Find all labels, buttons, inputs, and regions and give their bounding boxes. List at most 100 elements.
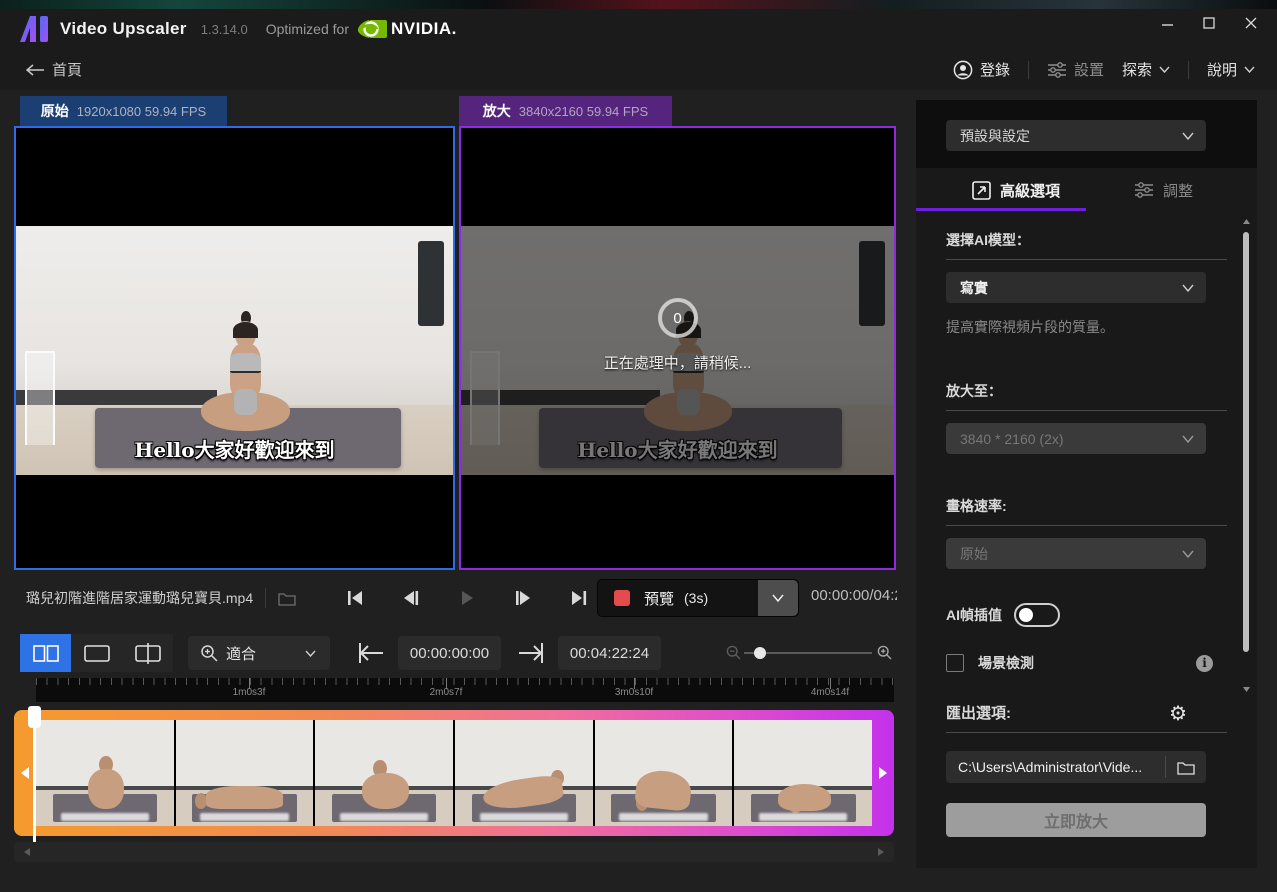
upscaled-video-tab[interactable]: 放大 3840x2160 59.94 FPS — [459, 96, 672, 126]
scene-detection-row: 場景檢測 i — [946, 653, 1227, 673]
mark-in-icon[interactable] — [358, 642, 384, 664]
mark-out-icon[interactable] — [518, 642, 544, 664]
view-single-button[interactable] — [71, 634, 122, 672]
split-slider-icon — [135, 643, 161, 664]
video-subtitle: Hello大家好歡迎來到 — [16, 434, 453, 463]
playhead[interactable] — [28, 706, 41, 858]
nvidia-wordmark: NVIDIA. — [391, 19, 457, 39]
zoom-fit-dropdown[interactable]: 適合 — [188, 636, 330, 670]
scene-detection-checkbox[interactable] — [946, 654, 964, 672]
in-time-input[interactable]: 00:00:00:00 — [398, 636, 501, 670]
play-button[interactable] — [456, 587, 478, 609]
expand-icon — [972, 181, 991, 200]
upscaled-tag: 放大 — [483, 101, 511, 121]
sidebar-footer: 匯出選項: ⚙ C:\Users\Administrator\Vide... 立… — [916, 694, 1257, 837]
ai-model-dropdown[interactable]: 寫實 — [946, 272, 1206, 303]
upscaled-video-panel[interactable]: Hello大家好歡迎來到 0 正在處理中，請稍候... — [459, 126, 896, 570]
preset-zone: 預設與設定 — [916, 100, 1257, 168]
scrollbar-up-arrow[interactable] — [1241, 216, 1251, 226]
preview-dropdown-button[interactable] — [758, 580, 798, 616]
scale-dropdown[interactable]: 3840 * 2160 (2x) — [946, 423, 1206, 454]
scene-clothes — [418, 241, 444, 326]
single-view-icon — [84, 645, 110, 662]
side-by-side-icon — [33, 645, 59, 662]
back-home-label: 首頁 — [52, 59, 82, 80]
framerate-dropdown[interactable]: 原始 — [946, 538, 1206, 569]
timeline-thumbnails — [36, 720, 872, 826]
help-menu[interactable]: 說明 — [1207, 59, 1255, 80]
original-video-tab[interactable]: 原始 1920x1080 59.94 FPS — [20, 96, 227, 126]
open-folder-icon[interactable] — [278, 591, 296, 606]
zoom-out-icon[interactable] — [726, 645, 741, 660]
tab-advanced-options[interactable]: 高級選項 — [972, 168, 1060, 212]
sidebar-scrollbar[interactable] — [1241, 216, 1251, 694]
skip-end-button[interactable] — [568, 587, 590, 609]
timeline-ruler[interactable]: 1m0s3f 2m0s7f 3m0s10f 4m0s14f — [36, 678, 894, 702]
model-description: 提高實際視頻片段的質量。 — [946, 317, 1257, 337]
login-button[interactable]: 登錄 — [953, 59, 1010, 80]
timeline-thumbnail[interactable] — [36, 720, 176, 826]
scene-easel — [25, 351, 56, 446]
maximize-button[interactable] — [1201, 15, 1217, 31]
output-path-value[interactable]: C:\Users\Administrator\Vide... — [946, 751, 1165, 783]
tab-adjust[interactable]: 調整 — [1134, 168, 1193, 212]
preset-dropdown[interactable]: 預設與設定 — [946, 120, 1206, 151]
scrollbar-thumb[interactable] — [1243, 232, 1249, 652]
nav-actions: 登錄 設置 探索 說明 — [953, 49, 1255, 90]
separator — [946, 732, 1227, 733]
title-bar: Video Upscaler 1.3.14.0 Optimized for NV… — [0, 9, 1277, 49]
app-title: Video Upscaler — [60, 19, 187, 39]
info-icon[interactable]: i — [1196, 655, 1213, 672]
playhead-handle[interactable] — [28, 706, 41, 728]
browse-folder-button[interactable] — [1166, 751, 1206, 783]
skip-start-button[interactable] — [344, 587, 366, 609]
out-time-input[interactable]: 00:04:22:24 — [558, 636, 661, 670]
help-label: 說明 — [1207, 59, 1237, 80]
timeline-thumbnail[interactable] — [176, 720, 316, 826]
model-label: 選擇AI模型： — [946, 230, 1257, 250]
scroll-left-arrow[interactable] — [20, 845, 34, 859]
view-split-slider-button[interactable] — [122, 634, 173, 672]
slider-knob[interactable] — [754, 647, 766, 659]
ai-interpolation-toggle[interactable] — [1014, 603, 1060, 627]
timeline-strip[interactable] — [14, 710, 894, 836]
ai-interpolation-label: AI幀插值 — [946, 605, 1002, 625]
handle-right-arrow-icon — [878, 766, 888, 780]
login-label: 登錄 — [980, 59, 1010, 80]
chevron-down-icon — [1182, 284, 1194, 292]
nav-separator — [1188, 61, 1189, 79]
preview-label: 預覽 — [644, 588, 674, 609]
chevron-down-icon — [305, 650, 316, 657]
preview-button[interactable]: 預覽 (3s) — [597, 579, 799, 617]
previous-frame-button[interactable] — [400, 587, 422, 609]
scrollbar-down-arrow[interactable] — [1241, 684, 1251, 694]
nav-row: 首頁 登錄 設置 探索 — [0, 49, 1277, 90]
sidebar-tabs: 高級選項 調整 — [916, 168, 1257, 212]
sidebar-scroll-area: 選擇AI模型： 寫實 提高實際視頻片段的質量。 放大至： 3840 * 2160… — [916, 212, 1257, 694]
upscale-now-button[interactable]: 立即放大 — [946, 803, 1206, 837]
timeline-thumbnail[interactable] — [595, 720, 735, 826]
ruler-label: 2m0s7f — [430, 687, 463, 698]
timeline-scrollbar[interactable] — [14, 842, 894, 862]
back-home-button[interactable]: 首頁 — [26, 59, 82, 80]
trim-end-handle[interactable] — [872, 710, 894, 836]
settings-button[interactable]: 設置 — [1047, 59, 1104, 80]
timeline-thumbnail[interactable] — [455, 720, 595, 826]
nav-separator — [1028, 61, 1029, 79]
tab-adjust-label: 調整 — [1163, 180, 1193, 201]
timeline-thumbnail[interactable] — [315, 720, 455, 826]
separator — [946, 525, 1227, 526]
view-side-by-side-button[interactable] — [20, 634, 71, 672]
minimize-button[interactable] — [1159, 15, 1175, 31]
close-button[interactable] — [1243, 15, 1259, 31]
app-logo-ai-icon — [20, 16, 50, 42]
scroll-right-arrow[interactable] — [874, 845, 888, 859]
gear-icon[interactable]: ⚙ — [1169, 701, 1187, 725]
timeline-thumbnail[interactable] — [734, 720, 872, 826]
chevron-down-icon — [1182, 132, 1194, 140]
original-video-panel[interactable]: Hello大家好歡迎來到 — [14, 126, 455, 570]
explore-menu[interactable]: 探索 — [1122, 59, 1170, 80]
zoom-in-icon[interactable] — [877, 645, 892, 660]
timeline-zoom-slider[interactable] — [726, 645, 892, 661]
next-frame-button[interactable] — [512, 587, 534, 609]
